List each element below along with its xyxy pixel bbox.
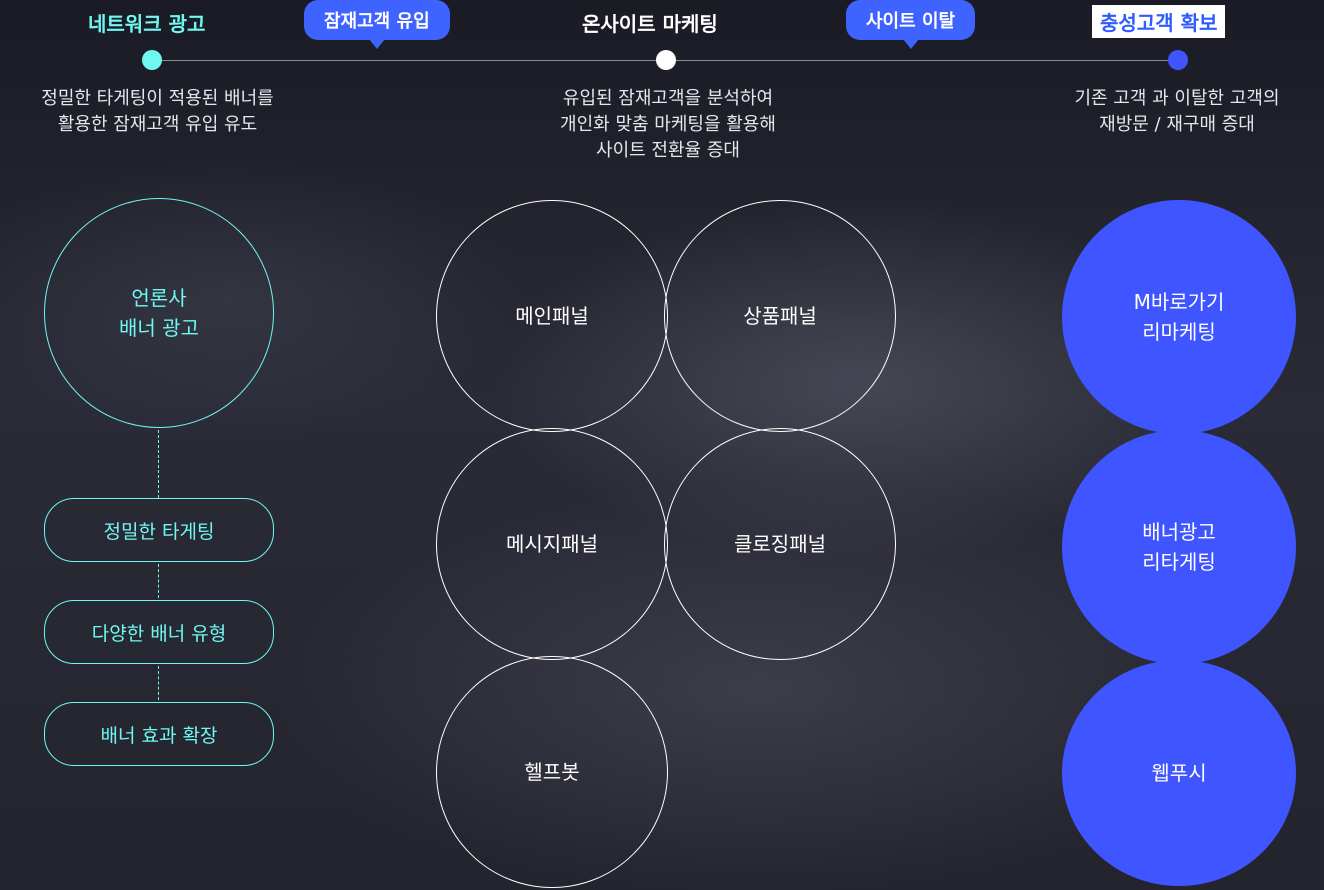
bubble-potential-inflow: 잠재고객 유입 [304, 0, 450, 49]
description-onsite-marketing: 유입된 잠재고객을 분석하여 개인화 맞춤 마케팅을 활용해 사이트 전환율 증… [560, 88, 776, 161]
circle-closing-panel: 클로징패널 [664, 428, 896, 660]
timeline-dot-loyal [1168, 50, 1188, 70]
description-network-ads: 정밀한 타게팅이 적용된 배너를 활용한 잠재고객 유입 유도 [41, 88, 274, 135]
bubble-site-exit: 사이트 이탈 [846, 0, 976, 49]
connector-dash [158, 666, 159, 700]
timeline-dot-network [142, 50, 162, 70]
connector-dash [158, 564, 159, 598]
stage-title-loyal-customers: 충성고객 확보 [1092, 5, 1226, 38]
stage-title-network-ads: 네트워크 광고 [88, 12, 206, 36]
circle-helpbot: 헬프봇 [436, 656, 668, 888]
circle-main-panel: 메인패널 [436, 200, 668, 432]
circle-web-push: 웹푸시 [1062, 660, 1296, 886]
circle-product-panel: 상품패널 [664, 200, 896, 432]
timeline-dot-onsite [656, 50, 676, 70]
pill-precise-targeting: 정밀한 타게팅 [44, 498, 274, 562]
circle-press-banner-ads: 언론사 배너 광고 [44, 198, 274, 428]
pill-various-banner-types: 다양한 배너 유형 [44, 600, 274, 664]
circle-message-panel: 메시지패널 [436, 428, 668, 660]
circle-m-shortcut-remarketing: M바로가기 리마케팅 [1062, 200, 1296, 434]
pill-banner-effect-expansion: 배너 효과 확장 [44, 702, 274, 766]
stage-title-onsite-marketing: 온사이트 마케팅 [582, 12, 718, 36]
description-loyal-customers: 기존 고객 과 이탈한 고객의 재방문 / 재구매 증대 [1074, 88, 1280, 135]
circle-banner-retargeting: 배너광고 리타게팅 [1062, 430, 1296, 664]
connector-dash [158, 430, 159, 498]
